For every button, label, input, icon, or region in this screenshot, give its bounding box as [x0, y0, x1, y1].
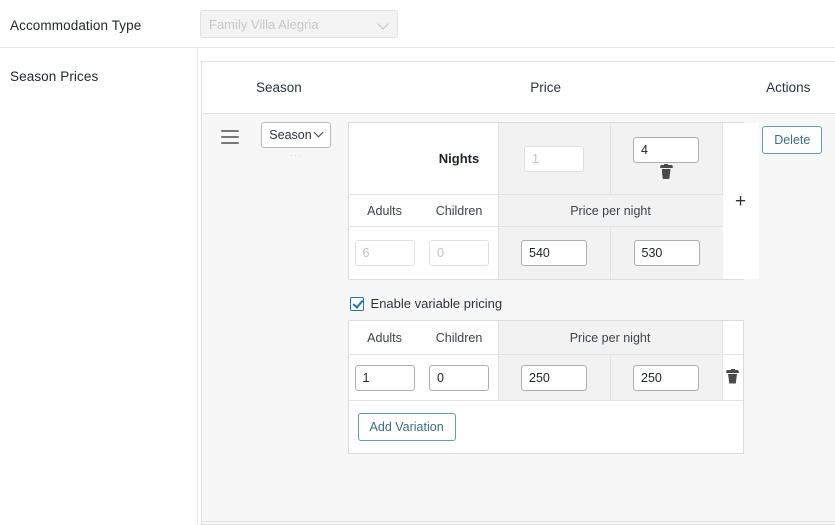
trash-icon[interactable] [660, 166, 673, 180]
price-cell: Nights + [348, 114, 744, 524]
table-footer: Add New Season Price [201, 521, 835, 525]
nights-from-input[interactable] [524, 146, 584, 172]
enable-variable-pricing-row[interactable]: Enable variable pricing [348, 296, 744, 311]
season-date-marks: ··· [284, 152, 308, 160]
price-per-night-label: Price per night [570, 204, 651, 218]
children-label: Children [436, 204, 483, 218]
price-input-2[interactable] [634, 240, 700, 266]
add-column-cell: + [723, 123, 759, 279]
season-select[interactable]: Season [261, 122, 331, 148]
variations-footer: Add Variation [349, 401, 743, 453]
trash-icon[interactable] [726, 371, 739, 385]
variation-price-2-cell [611, 355, 723, 400]
price-1-cell [499, 227, 611, 279]
variable-pricing-panel: Enable variable pricing Adults Children … [348, 296, 744, 454]
variation-price-1-cell [499, 355, 611, 400]
nights-label-cell: Nights [421, 123, 499, 195]
variation-adults-cell [349, 355, 421, 400]
variation-children-input[interactable] [429, 365, 489, 391]
price-2-cell [611, 227, 723, 279]
nights-to-input[interactable] [633, 137, 699, 163]
adults-input[interactable] [355, 240, 415, 266]
variation-price-input-1[interactable] [521, 365, 587, 391]
variation-children-cell [421, 355, 499, 400]
enable-variable-pricing-checkbox[interactable] [350, 297, 364, 311]
settings-page: Accommodation Type Family Villa Alegria … [0, 0, 835, 525]
variation-delete-cell [723, 355, 743, 400]
price-per-night-header-cell: Price per night [499, 195, 723, 227]
nights-label: Nights [439, 151, 479, 166]
children-value-cell [421, 227, 499, 279]
matrix-empty-a [349, 123, 421, 195]
table-header-row: Season Price Actions [202, 62, 835, 114]
variation-row [349, 355, 743, 401]
variation-price-input-2[interactable] [633, 365, 699, 391]
column-header-season: Season [202, 80, 356, 95]
season-prices-label: Season Prices [10, 69, 98, 84]
accommodation-type-label: Accommodation Type [10, 18, 141, 33]
plus-icon[interactable]: + [735, 192, 746, 211]
season-prices-table: Season Price Actions Season ··· [201, 61, 835, 525]
chevron-down-icon [315, 131, 323, 139]
drag-handle-icon[interactable] [221, 130, 239, 144]
variation-adults-input[interactable] [355, 365, 415, 391]
adults-value-cell [349, 227, 421, 279]
price-input-1[interactable] [521, 240, 587, 266]
chevron-down-icon [378, 19, 389, 30]
children-header-cell: Children [421, 195, 499, 227]
season-prices-row: Season Prices Season Price Actions Seaso… [0, 48, 835, 525]
column-divider [197, 48, 198, 525]
accommodation-type-select[interactable]: Family Villa Alegria [200, 10, 398, 38]
table-row: Season ··· Nights [202, 114, 835, 524]
column-header-price: Price [356, 80, 736, 95]
variation-header-actions [723, 321, 743, 354]
delete-season-button[interactable]: Delete [762, 126, 822, 154]
variation-header-adults: Adults [349, 321, 421, 354]
children-input[interactable] [429, 240, 489, 266]
variation-header-price-per-night: Price per night [499, 321, 723, 354]
price-matrix: Nights + [348, 122, 744, 280]
adults-label: Adults [367, 204, 402, 218]
nights-to-cell [611, 123, 723, 195]
nights-from-cell [499, 123, 611, 195]
variations-header-row: Adults Children Price per night [349, 321, 743, 355]
variations-table: Adults Children Price per night [348, 320, 744, 454]
accommodation-type-row: Accommodation Type Family Villa Alegria [0, 0, 835, 48]
season-cell: Season ··· [202, 114, 348, 524]
adults-header-cell: Adults [349, 195, 421, 227]
add-variation-button[interactable]: Add Variation [358, 413, 456, 441]
enable-variable-pricing-label: Enable variable pricing [371, 296, 503, 311]
column-header-actions: Actions [736, 80, 835, 95]
accommodation-type-value: Family Villa Alegria [209, 17, 378, 32]
season-select-value: Season [269, 128, 311, 142]
variation-header-children: Children [421, 321, 499, 354]
